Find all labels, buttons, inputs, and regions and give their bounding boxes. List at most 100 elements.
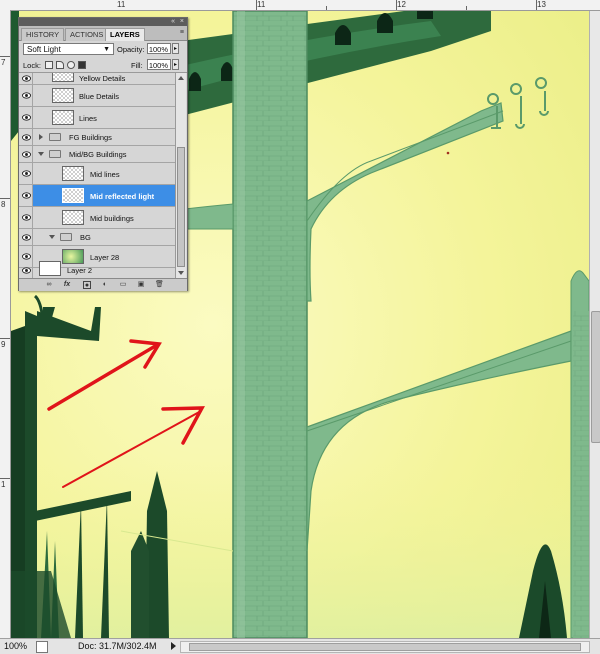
central-tower <box>232 11 308 638</box>
document-size: Doc: 31.7M/302.4M <box>78 641 157 651</box>
layer-row[interactable]: Mid buildings <box>19 207 175 229</box>
visibility-eye-icon[interactable] <box>22 266 31 275</box>
collapse-arrow-icon[interactable] <box>49 235 55 239</box>
blend-row: Soft Light ▼ Opacity: 100% ▸ <box>19 41 187 57</box>
lock-label: Lock: <box>23 61 41 70</box>
layer-row[interactable]: Lines <box>19 107 175 129</box>
layer-group-row[interactable]: Mid/BG Buildings <box>19 146 175 163</box>
visibility-eye-icon[interactable] <box>22 91 31 100</box>
folder-icon <box>60 233 72 241</box>
tab-actions[interactable]: ACTIONS <box>65 28 109 41</box>
visibility-eye-icon[interactable] <box>22 191 31 200</box>
close-panel-icon[interactable]: × <box>180 18 184 26</box>
layer-name[interactable]: Mid buildings <box>90 214 134 223</box>
tab-layers[interactable]: LAYERS <box>105 28 145 41</box>
vertical-scrollbar[interactable] <box>589 11 600 638</box>
document-info-icon[interactable] <box>36 641 48 653</box>
vertical-scroll-thumb[interactable] <box>591 311 600 443</box>
new-layer-icon[interactable]: ▣ <box>137 281 145 289</box>
layer-name[interactable]: Lines <box>79 114 97 123</box>
lock-image-icon[interactable] <box>56 61 64 69</box>
visibility-eye-icon[interactable] <box>22 169 31 178</box>
layer-name[interactable]: Layer 2 <box>67 266 92 275</box>
fx-icon[interactable]: fx <box>63 281 71 289</box>
layer-thumbnail <box>62 210 84 225</box>
fill-input[interactable]: 100% <box>147 59 171 70</box>
zoom-level[interactable]: 100% <box>4 641 27 651</box>
layers-scroll-thumb[interactable] <box>177 147 185 267</box>
lock-transparency-icon[interactable] <box>45 61 53 69</box>
panel-titlebar[interactable]: « × <box>19 18 187 26</box>
lock-all-icon[interactable] <box>78 61 86 69</box>
horizontal-scrollbar[interactable] <box>180 641 590 653</box>
opacity-label: Opacity: <box>117 45 145 54</box>
ruler-label: 7 <box>1 58 6 67</box>
layer-name[interactable]: Layer 28 <box>90 253 119 262</box>
visibility-eye-icon[interactable] <box>22 233 31 242</box>
status-bar: 100% Doc: 31.7M/302.4M <box>0 638 600 654</box>
layer-group-row[interactable]: BG <box>19 229 175 246</box>
layer-thumbnail <box>52 88 74 103</box>
folder-icon <box>49 133 61 141</box>
collapse-panel-icon[interactable]: « <box>171 18 175 26</box>
panel-tabs: HISTORY ACTIONS LAYERS ≡ <box>19 26 187 41</box>
layer-row[interactable]: Blue Details <box>19 85 175 107</box>
scroll-up-arrow-icon[interactable] <box>178 76 184 80</box>
vertical-ruler[interactable]: 7 8 9 1 <box>0 10 11 638</box>
layers-scrollbar[interactable] <box>175 73 186 278</box>
group-name[interactable]: BG <box>80 233 91 242</box>
layer-name[interactable]: Mid reflected light <box>90 192 154 201</box>
ruler-label: 13 <box>537 0 546 9</box>
layer-row-selected[interactable]: Mid reflected light <box>19 185 175 207</box>
folder-icon <box>49 150 61 158</box>
status-menu-arrow-icon[interactable] <box>171 642 176 650</box>
layer-thumbnail <box>62 166 84 181</box>
layer-row[interactable]: Layer 2 <box>19 260 175 280</box>
blend-mode-value: Soft Light <box>27 45 61 54</box>
layer-thumbnail <box>62 249 84 264</box>
blend-mode-select[interactable]: Soft Light ▼ <box>23 43 114 55</box>
ruler-label: 11 <box>257 0 266 9</box>
layer-name[interactable]: Blue Details <box>79 92 119 101</box>
fill-slider-icon[interactable]: ▸ <box>172 59 179 70</box>
trash-icon[interactable]: 🗑 <box>155 281 164 289</box>
group-name[interactable]: Mid/BG Buildings <box>69 150 127 159</box>
new-group-icon[interactable]: ▭ <box>119 281 127 289</box>
tab-history[interactable]: HISTORY <box>21 28 65 41</box>
group-name[interactable]: FG Buildings <box>69 133 112 142</box>
visibility-eye-icon[interactable] <box>22 213 31 222</box>
visibility-eye-icon[interactable] <box>22 150 31 159</box>
fill-label: Fill: <box>131 61 143 70</box>
panel-menu-icon[interactable]: ≡ <box>180 29 184 36</box>
layer-row[interactable]: Mid lines <box>19 163 175 185</box>
ruler-label: 9 <box>1 340 6 349</box>
opacity-input[interactable]: 100% <box>147 43 171 54</box>
right-tower <box>570 270 589 638</box>
layer-thumbnail <box>52 73 74 82</box>
ruler-label: 11 <box>117 0 126 9</box>
visibility-eye-icon[interactable] <box>22 133 31 142</box>
visibility-eye-icon[interactable] <box>22 113 31 122</box>
layer-name[interactable]: Yellow Details <box>79 74 125 83</box>
layer-thumbnail <box>39 261 61 276</box>
chevron-down-icon: ▼ <box>103 46 110 53</box>
layer-group-row[interactable]: FG Buildings <box>19 129 175 146</box>
layer-list: Yellow Details Blue Details Lines FG Bui… <box>19 73 175 278</box>
add-mask-icon[interactable]: ● <box>83 281 91 289</box>
scroll-down-arrow-icon[interactable] <box>178 271 184 275</box>
horizontal-scroll-thumb[interactable] <box>189 643 581 651</box>
expand-arrow-icon[interactable] <box>39 134 43 140</box>
visibility-eye-icon[interactable] <box>22 74 31 83</box>
layers-panel: « × HISTORY ACTIONS LAYERS ≡ Soft Light … <box>18 17 188 291</box>
opacity-slider-icon[interactable]: ▸ <box>172 43 179 54</box>
link-layers-icon[interactable]: ∞ <box>45 281 53 289</box>
adjustment-layer-icon[interactable]: ◐ <box>101 281 109 289</box>
horizontal-ruler[interactable]: 11 12 13 11 <box>0 0 600 11</box>
lock-row: Lock: Fill: 100% ▸ <box>19 58 187 73</box>
ruler-label: 8 <box>1 200 6 209</box>
layer-name[interactable]: Mid lines <box>90 170 120 179</box>
layer-thumbnail <box>52 110 74 125</box>
layer-row[interactable]: Yellow Details <box>19 73 175 85</box>
collapse-arrow-icon[interactable] <box>38 152 44 156</box>
lock-position-icon[interactable] <box>67 61 75 69</box>
